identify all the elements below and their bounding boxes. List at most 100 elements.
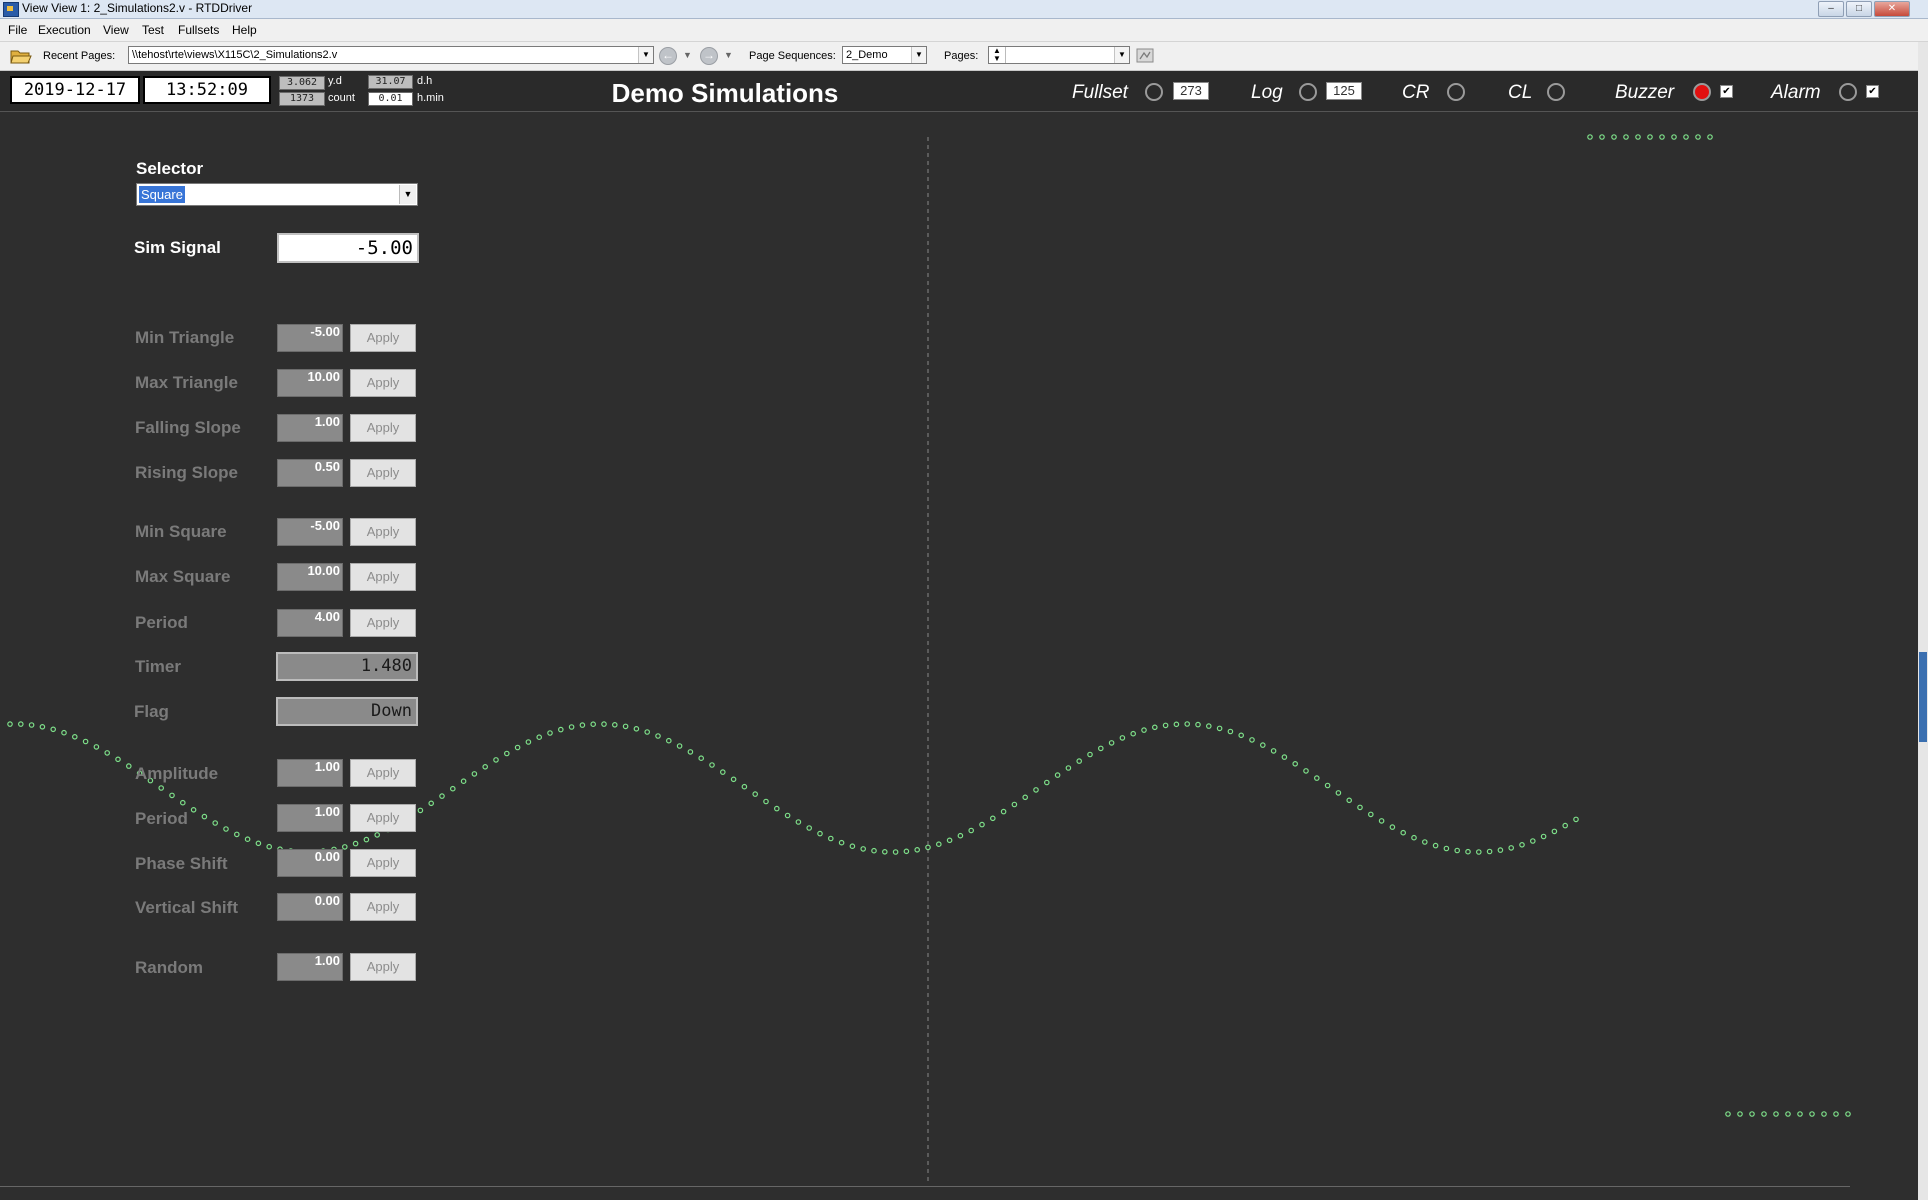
menu-test[interactable]: Test (142, 23, 164, 37)
sim-signal-label: Sim Signal (134, 238, 221, 257)
vertical-shift-apply-button[interactable]: Apply (350, 893, 416, 921)
chevron-down-icon[interactable]: ▼ (911, 47, 926, 63)
min-square-apply-button[interactable]: Apply (350, 518, 416, 546)
signal-point (514, 744, 521, 751)
max-triangle-field[interactable]: 10.00 (277, 369, 343, 397)
alarm-led-icon[interactable] (1839, 83, 1857, 101)
forward-dropdown-icon[interactable]: ▼ (724, 50, 733, 60)
menu-view[interactable]: View (103, 23, 129, 37)
sim-signal-field: -5.00 (277, 233, 419, 263)
cr-led-icon[interactable] (1447, 83, 1465, 101)
amplitude-field[interactable]: 1.00 (277, 759, 343, 787)
signal-point (1623, 134, 1629, 140)
signal-point (1845, 1111, 1851, 1117)
signal-point (579, 722, 586, 728)
signal-point (687, 749, 694, 755)
back-arrow-icon[interactable]: ← (659, 47, 677, 65)
signal-point (547, 730, 553, 736)
min-triangle-field[interactable]: -5.00 (277, 324, 343, 352)
back-dropdown-icon[interactable]: ▼ (683, 50, 692, 60)
signal-point (1785, 1111, 1791, 1117)
max-triangle-apply-button[interactable]: Apply (350, 369, 416, 397)
amplitude-apply-button[interactable]: Apply (350, 759, 416, 787)
log-led-icon[interactable] (1299, 83, 1317, 101)
alarm-checkbox[interactable]: ✔ (1866, 85, 1879, 98)
maximize-icon[interactable]: □ (1846, 1, 1872, 17)
signal-point (1389, 824, 1396, 830)
signal-point (1671, 134, 1677, 140)
minimize-icon[interactable]: – (1818, 1, 1844, 17)
signal-point (1130, 730, 1137, 737)
phase-shift-apply-button[interactable]: Apply (350, 849, 416, 877)
signal-point (903, 848, 910, 855)
signal-point (1173, 721, 1180, 728)
recent-pages-combo[interactable]: \\tehost\rte\views\X115C\2_Simulations2.… (128, 46, 654, 64)
min-triangle-apply-button[interactable]: Apply (350, 324, 416, 352)
open-folder-icon[interactable] (10, 47, 32, 65)
scrollbar-thumb[interactable] (1919, 652, 1927, 742)
falling-slope-field[interactable]: 1.00 (277, 414, 343, 442)
pages-spinner-icon[interactable]: ▲ ▼ (989, 47, 1006, 63)
signal-point (244, 836, 251, 843)
signal-point (1119, 735, 1126, 741)
signal-point (633, 725, 640, 732)
timer-field: 1.480 (276, 652, 418, 681)
max-triangle-label: Max Triangle (135, 373, 238, 392)
signal-point (946, 837, 953, 844)
amplitude-label: Amplitude (135, 764, 219, 783)
signal-point (7, 721, 13, 727)
sine-period-apply-button[interactable]: Apply (350, 804, 416, 832)
buzzer-led-icon[interactable] (1693, 83, 1711, 101)
page-title: Demo Simulations (611, 78, 839, 108)
close-icon[interactable]: ✕ (1874, 1, 1910, 17)
random-field[interactable]: 1.00 (277, 953, 343, 981)
menu-help[interactable]: Help (232, 23, 257, 37)
forward-arrow-icon[interactable]: → (700, 47, 718, 65)
log-label: Log (1251, 82, 1283, 103)
sine-period-field[interactable]: 1.00 (277, 804, 343, 832)
buzzer-checkbox[interactable]: ✔ (1720, 85, 1733, 98)
signal-point (374, 832, 381, 838)
square-period-apply-button[interactable]: Apply (350, 609, 416, 637)
menu-file[interactable]: File (8, 23, 27, 37)
phase-shift-field[interactable]: 0.00 (277, 849, 343, 877)
max-square-field[interactable]: 10.00 (277, 563, 343, 591)
page-sequences-combo[interactable]: 2_Demo ▼ (842, 46, 927, 64)
rising-slope-field[interactable]: 0.50 (277, 459, 343, 487)
vertical-shift-field[interactable]: 0.00 (277, 893, 343, 921)
menu-fullsets[interactable]: Fullsets (178, 23, 219, 37)
signal-point (471, 771, 478, 777)
menu-execution[interactable]: Execution (38, 23, 91, 37)
page-tool-icon[interactable] (1136, 47, 1154, 65)
vertical-scrollbar[interactable] (1918, 42, 1928, 1200)
square-period-field[interactable]: 4.00 (277, 609, 343, 637)
chevron-down-icon[interactable]: ▼ (399, 185, 416, 204)
signal-point (860, 846, 867, 852)
random-apply-button[interactable]: Apply (350, 953, 416, 981)
signal-point (1335, 790, 1342, 796)
signal-point (1303, 768, 1309, 774)
min-square-field[interactable]: -5.00 (277, 518, 343, 546)
signal-point (1476, 849, 1482, 855)
chevron-down-icon[interactable]: ▼ (1114, 47, 1129, 63)
chevron-down-icon[interactable]: ▼ (638, 47, 653, 63)
fullset-led-icon[interactable] (1145, 83, 1163, 101)
signal-point (806, 825, 813, 831)
max-square-apply-button[interactable]: Apply (350, 563, 416, 591)
signal-point (72, 733, 78, 740)
signal-point (665, 737, 672, 744)
selector-dropdown[interactable]: Square ▼ (136, 183, 418, 206)
log-count: 125 (1326, 82, 1362, 100)
signal-point (709, 762, 715, 768)
rising-slope-apply-button[interactable]: Apply (350, 459, 416, 487)
window-title-bar: View View 1: 2_Simulations2.v - RTDDrive… (0, 0, 1928, 19)
signal-point (590, 721, 597, 728)
pages-combo[interactable]: ▲ ▼ ▼ (988, 46, 1130, 64)
signal-point (1260, 742, 1266, 748)
signal-point (449, 785, 456, 792)
falling-slope-apply-button[interactable]: Apply (350, 414, 416, 442)
signal-point (1551, 828, 1558, 835)
cl-led-icon[interactable] (1547, 83, 1565, 101)
signal-point (784, 812, 791, 819)
flag-label: Flag (134, 702, 169, 721)
